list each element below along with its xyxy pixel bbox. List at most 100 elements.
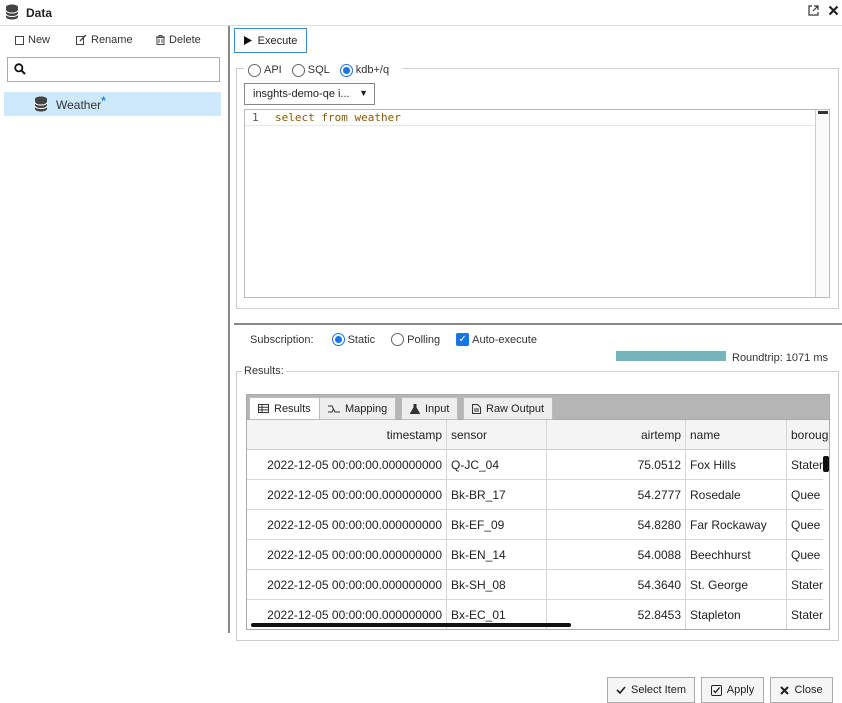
document-icon <box>472 403 481 414</box>
table-cell: Fox Hills <box>686 450 787 480</box>
table-cell: 2022-12-05 00:00:00.000000000 <box>247 450 447 480</box>
results-tabbar: Results Mapping Input Raw Output <box>246 394 830 420</box>
table-cell: St. George <box>686 570 787 600</box>
column-header[interactable]: boroug <box>787 420 829 450</box>
delete-label: Delete <box>169 34 201 46</box>
table-row[interactable]: 2022-12-05 00:00:00.000000000 Bk-SH_08 54.… <box>247 570 829 600</box>
query-editor[interactable]: 1 select from weather <box>244 109 830 298</box>
external-link-icon[interactable] <box>808 5 819 16</box>
radio-button[interactable] <box>339 63 353 77</box>
radio-button[interactable] <box>291 63 305 77</box>
table-icon <box>258 404 269 413</box>
progress-fill <box>616 351 726 361</box>
checkbox-icon <box>710 684 722 696</box>
new-icon <box>15 35 24 45</box>
static-radio[interactable]: Static <box>331 333 375 346</box>
table-row[interactable]: 2022-12-05 00:00:00.000000000 Q-JC_04 75.0… <box>247 450 829 480</box>
rename-button[interactable]: Rename <box>76 34 133 46</box>
column-header[interactable]: timestamp <box>247 420 447 450</box>
column-header[interactable]: sensor <box>447 420 547 450</box>
table-cell: 2022-12-05 00:00:00.000000000 <box>247 480 447 510</box>
tab-label: Results <box>274 402 311 415</box>
table-row[interactable]: 2022-12-05 00:00:00.000000000 Bk-BR_17 54.… <box>247 480 829 510</box>
execute-button[interactable]: Execute <box>234 28 307 53</box>
mode-label: SQL <box>307 64 330 76</box>
play-icon <box>243 36 252 45</box>
table-cell: Bk-EF_09 <box>447 510 547 540</box>
close-icon <box>780 685 790 695</box>
tab-input[interactable]: Input <box>401 397 459 420</box>
mode-kdb-radio[interactable]: kdb+/q <box>339 62 390 78</box>
table-cell: 54.3640 <box>547 570 686 600</box>
table-cell: Stapleton <box>686 600 787 629</box>
select-item-button[interactable]: Select Item <box>607 677 695 703</box>
tab-raw-output[interactable]: Raw Output <box>463 397 554 420</box>
table-cell: Beechhurst <box>686 540 787 570</box>
table-row[interactable]: 2022-12-05 00:00:00.000000000 Bk-EF_09 54.… <box>247 510 829 540</box>
auto-execute-label: Auto-execute <box>472 333 537 346</box>
flask-icon <box>410 403 420 414</box>
column-header[interactable]: airtemp <box>547 420 686 450</box>
editor-scrollbar[interactable] <box>815 110 829 297</box>
database-icon <box>34 96 48 112</box>
mode-label: API <box>264 64 282 76</box>
table-cell: 54.8280 <box>547 510 686 540</box>
mode-sql-radio[interactable]: SQL <box>291 62 330 78</box>
grid-header: timestamp sensor airtemp name boroug <box>247 420 829 450</box>
table-cell: 75.0512 <box>547 450 686 480</box>
tab-label: Input <box>425 402 450 415</box>
tab-mapping[interactable]: Mapping <box>319 397 397 420</box>
search-input[interactable] <box>7 57 220 82</box>
sidebar-item-label: Weather* <box>56 94 106 112</box>
table-cell: Q-JC_04 <box>447 450 547 480</box>
table-cell: Far Rockaway <box>686 510 787 540</box>
line-number: 1 <box>252 111 259 124</box>
code-text[interactable]: select from weather <box>275 111 401 124</box>
table-cell: 2022-12-05 00:00:00.000000000 <box>247 570 447 600</box>
tab-label: Raw Output <box>486 402 545 415</box>
mode-api-radio[interactable]: API <box>248 62 282 78</box>
connection-select[interactable]: insghts-demo-qe i... ▼ <box>244 83 375 105</box>
close-icon[interactable] <box>828 5 839 16</box>
table-cell: 2022-12-05 00:00:00.000000000 <box>247 510 447 540</box>
progress-bar <box>616 351 726 361</box>
check-icon[interactable]: ✓ <box>456 333 470 346</box>
radio-button[interactable] <box>331 333 345 346</box>
new-button[interactable]: New <box>15 34 50 46</box>
tab-label: Mapping <box>345 402 388 415</box>
results-legend: Results: <box>242 365 286 377</box>
caret-down-icon: ▼ <box>359 88 368 98</box>
radio-button[interactable] <box>391 333 405 346</box>
horizontal-scroll-thumb[interactable] <box>251 623 571 627</box>
radio-button[interactable] <box>248 63 261 77</box>
table-cell: 54.2777 <box>547 480 686 510</box>
vertical-scroll-thumb[interactable] <box>823 456 829 472</box>
subscription-label: Subscription: <box>250 333 314 346</box>
check-icon <box>616 686 626 694</box>
tab-results[interactable]: Results <box>249 397 320 420</box>
auto-execute-checkbox[interactable]: ✓ Auto-execute <box>456 333 537 346</box>
table-row[interactable]: 2022-12-05 00:00:00.000000000 Bk-EN_14 54.… <box>247 540 829 570</box>
close-button[interactable]: Close <box>770 677 833 703</box>
sidebar-item-weather[interactable]: Weather* <box>4 92 221 116</box>
scroll-thumb[interactable] <box>818 111 828 114</box>
apply-button[interactable]: Apply <box>701 677 764 703</box>
polling-radio[interactable]: Polling <box>391 333 440 346</box>
table-cell: Rosedale <box>686 480 787 510</box>
sidebar-toolbar: New Rename Delete <box>0 34 228 52</box>
horizontal-splitter[interactable] <box>234 323 842 325</box>
main-panel: Execute API SQL kdb+/q insghts-demo-qe i… <box>230 26 842 703</box>
edit-icon <box>76 35 87 45</box>
table-cell: Bk-BR_17 <box>447 480 547 510</box>
column-header[interactable]: name <box>686 420 787 450</box>
delete-button[interactable]: Delete <box>156 34 201 46</box>
query-mode-group: API SQL kdb+/q <box>244 62 404 78</box>
database-icon <box>5 4 19 20</box>
mode-label: kdb+/q <box>355 64 390 76</box>
search-icon <box>14 63 26 75</box>
grid-vertical-scrollbar[interactable] <box>823 450 829 629</box>
subscription-row: Subscription: Static Polling ✓ Auto-execu… <box>250 333 547 346</box>
item-name: Weather <box>56 98 102 112</box>
table-cell: 2022-12-05 00:00:00.000000000 <box>247 540 447 570</box>
window-title: Data <box>26 6 53 20</box>
